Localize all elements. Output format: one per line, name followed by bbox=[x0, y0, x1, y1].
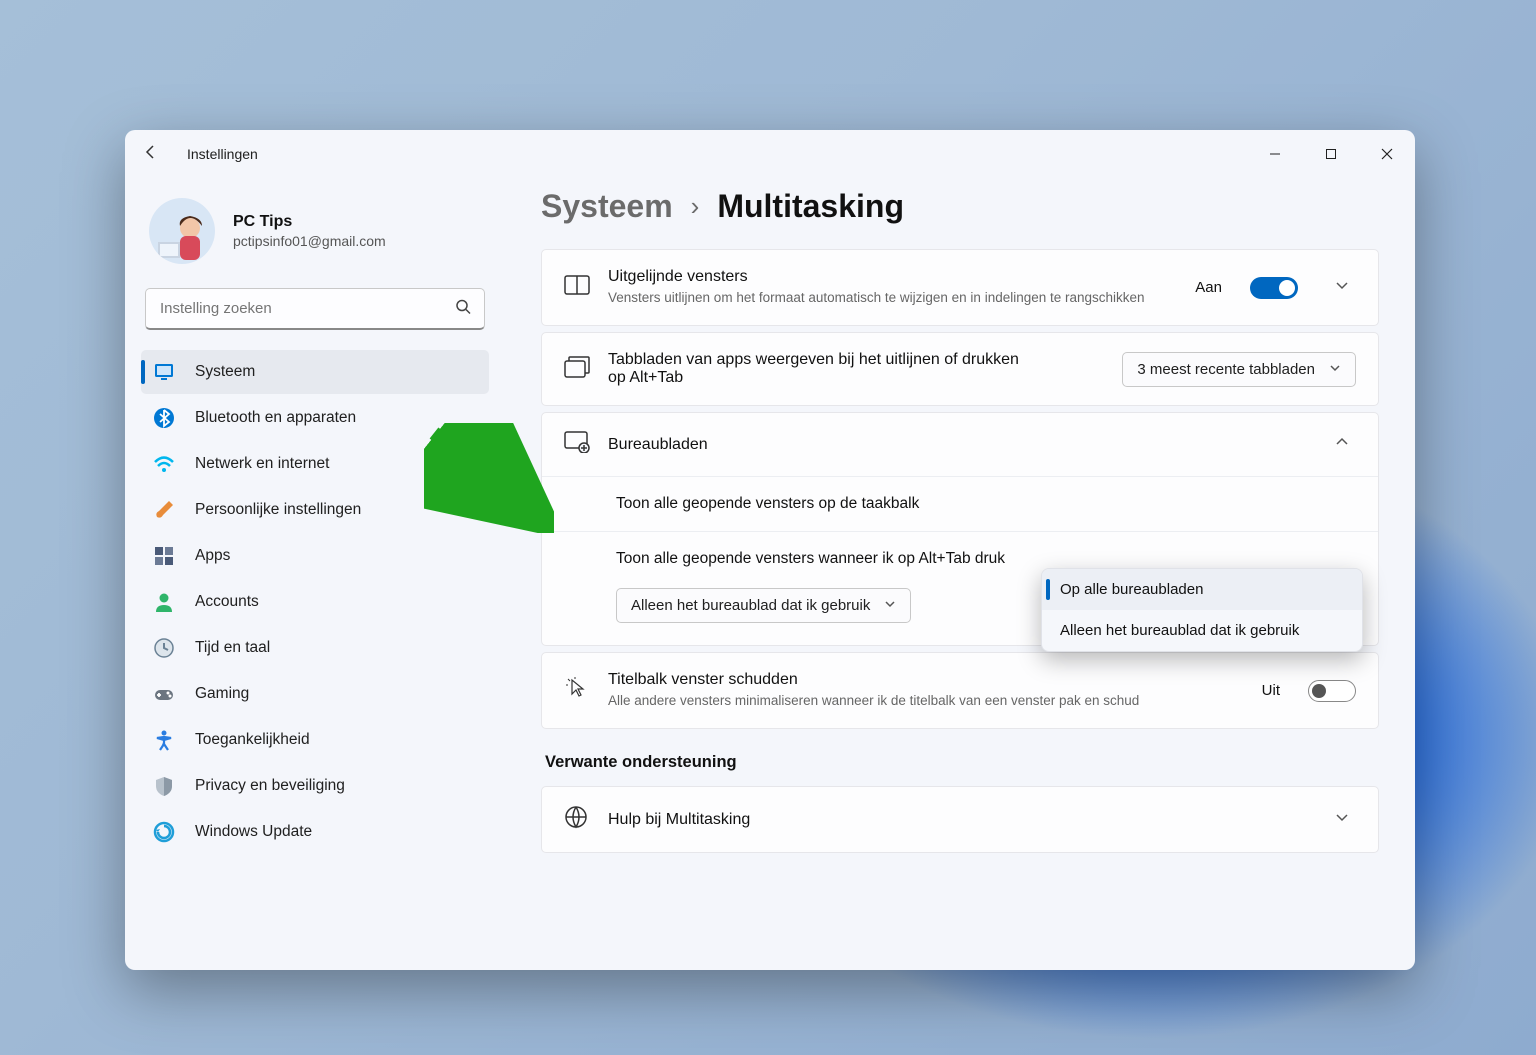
sidebar-item-bluetooth[interactable]: Bluetooth en apparaten bbox=[141, 396, 489, 440]
avatar bbox=[149, 198, 215, 264]
shield-icon bbox=[153, 775, 175, 797]
alttab-select-value: 3 meest recente tabbladen bbox=[1137, 361, 1315, 378]
gamepad-icon bbox=[153, 683, 175, 705]
help-title: Hulp bij Multitasking bbox=[608, 811, 1298, 829]
sidebar-item-label: Privacy en beveiliging bbox=[195, 777, 345, 795]
maximize-button[interactable] bbox=[1303, 130, 1359, 178]
snap-toggle[interactable] bbox=[1250, 277, 1298, 299]
sidebar-item-label: Netwerk en internet bbox=[195, 455, 329, 473]
dropdown-option-current-desktop[interactable]: Alleen het bureaublad dat ik gebruik bbox=[1042, 610, 1362, 651]
chevron-down-icon bbox=[1329, 361, 1341, 378]
breadcrumb: Systeem › Multitasking bbox=[541, 188, 1379, 225]
shake-title: Titelbalk venster schudden bbox=[608, 671, 1244, 689]
snap-title: Uitgelijnde vensters bbox=[608, 268, 1177, 286]
sidebar-item-person[interactable]: Accounts bbox=[141, 580, 489, 624]
sidebar-item-clock[interactable]: Tijd en taal bbox=[141, 626, 489, 670]
related-support-heading: Verwante ondersteuning bbox=[545, 753, 1379, 772]
sidebar-item-label: Apps bbox=[195, 547, 230, 565]
sidebar-nav: Systeem Bluetooth en apparaten Netwerk en … bbox=[135, 350, 495, 854]
help-card[interactable]: Hulp bij Multitasking bbox=[541, 786, 1379, 853]
shake-card: Titelbalk venster schudden Alle andere v… bbox=[541, 652, 1379, 729]
shake-subtitle: Alle andere vensters minimaliseren wanne… bbox=[608, 692, 1244, 710]
alttab-title: Tabbladen van apps weergeven bij het uit… bbox=[608, 351, 1028, 387]
desktops-alttab-select[interactable]: Alleen het bureaublad dat ik gebruik bbox=[616, 588, 911, 623]
back-button[interactable] bbox=[143, 144, 163, 165]
sidebar-item-label: Persoonlijke instellingen bbox=[195, 501, 361, 519]
alttab-card: Tabbladen van apps weergeven bij het uit… bbox=[541, 332, 1379, 406]
minimize-button[interactable] bbox=[1247, 130, 1303, 178]
breadcrumb-current: Multitasking bbox=[717, 188, 904, 225]
sidebar-item-label: Windows Update bbox=[195, 823, 312, 841]
shake-toggle[interactable] bbox=[1308, 680, 1356, 702]
wifi-icon bbox=[153, 453, 175, 475]
desktops-icon bbox=[564, 431, 590, 458]
snap-state-label: Aan bbox=[1195, 279, 1222, 296]
sidebar: PC Tips pctipsinfo01@gmail.com Systeem Bl… bbox=[125, 178, 505, 970]
alttab-select[interactable]: 3 meest recente tabbladen bbox=[1122, 352, 1356, 387]
update-icon bbox=[153, 821, 175, 843]
window-title: Instellingen bbox=[187, 146, 258, 162]
chevron-up-icon[interactable] bbox=[1328, 435, 1356, 454]
sidebar-item-shield[interactable]: Privacy en beveiliging bbox=[141, 764, 489, 808]
sidebar-item-label: Accounts bbox=[195, 593, 259, 611]
system-icon bbox=[153, 361, 175, 383]
sidebar-item-apps[interactable]: Apps bbox=[141, 534, 489, 578]
close-button[interactable] bbox=[1359, 130, 1415, 178]
sidebar-item-access[interactable]: Toegankelijkheid bbox=[141, 718, 489, 762]
globe-icon bbox=[564, 805, 590, 834]
brush-icon bbox=[153, 499, 175, 521]
chevron-down-icon[interactable] bbox=[1328, 278, 1356, 297]
clock-icon bbox=[153, 637, 175, 659]
snap-windows-card: Uitgelijnde vensters Vensters uitlijnen … bbox=[541, 249, 1379, 326]
settings-window: Instellingen bbox=[125, 130, 1415, 970]
desktops-alttab-select-value: Alleen het bureaublad dat ik gebruik bbox=[631, 597, 870, 614]
snap-subtitle: Vensters uitlijnen om het formaat automa… bbox=[608, 289, 1168, 307]
search-icon bbox=[455, 299, 471, 320]
shake-state-label: Uit bbox=[1262, 682, 1280, 699]
desktops-header[interactable]: Bureaubladen bbox=[542, 413, 1378, 476]
sidebar-item-update[interactable]: Windows Update bbox=[141, 810, 489, 854]
sidebar-item-brush[interactable]: Persoonlijke instellingen bbox=[141, 488, 489, 532]
desktops-alttab-label: Toon alle geopende vensters wanneer ik o… bbox=[616, 550, 1356, 568]
sidebar-item-label: Tijd en taal bbox=[195, 639, 270, 657]
tabs-icon bbox=[564, 356, 590, 383]
bluetooth-icon bbox=[153, 407, 175, 429]
desktops-taskbar-row: Toon alle geopende vensters op de taakba… bbox=[542, 477, 1378, 531]
sidebar-item-label: Toegankelijkheid bbox=[195, 731, 310, 749]
sidebar-item-label: Gaming bbox=[195, 685, 249, 703]
sidebar-item-label: Systeem bbox=[195, 363, 255, 381]
desktops-taskbar-dropdown[interactable]: Op alle bureaubladen Alleen het bureaubl… bbox=[1041, 568, 1363, 652]
snap-layout-icon bbox=[564, 275, 590, 300]
chevron-down-icon bbox=[1328, 810, 1356, 829]
sidebar-item-system[interactable]: Systeem bbox=[141, 350, 489, 394]
sidebar-item-label: Bluetooth en apparaten bbox=[195, 409, 356, 427]
chevron-down-icon bbox=[884, 597, 896, 614]
profile-email: pctipsinfo01@gmail.com bbox=[233, 233, 386, 249]
person-icon bbox=[153, 591, 175, 613]
sidebar-item-wifi[interactable]: Netwerk en internet bbox=[141, 442, 489, 486]
cursor-icon bbox=[564, 676, 590, 705]
chevron-right-icon: › bbox=[691, 191, 700, 222]
titlebar: Instellingen bbox=[125, 130, 1415, 178]
apps-icon bbox=[153, 545, 175, 567]
desktops-title: Bureaubladen bbox=[608, 436, 1298, 454]
access-icon bbox=[153, 729, 175, 751]
desktops-taskbar-label: Toon alle geopende vensters op de taakba… bbox=[616, 495, 1356, 513]
content-area: Systeem › Multitasking Uitgelijnde venst… bbox=[505, 178, 1415, 970]
profile-name: PC Tips bbox=[233, 213, 386, 231]
profile-block[interactable]: PC Tips pctipsinfo01@gmail.com bbox=[135, 188, 495, 288]
search-input[interactable] bbox=[145, 288, 485, 330]
sidebar-item-gamepad[interactable]: Gaming bbox=[141, 672, 489, 716]
breadcrumb-parent[interactable]: Systeem bbox=[541, 188, 673, 225]
dropdown-option-all-desktops[interactable]: Op alle bureaubladen bbox=[1042, 569, 1362, 610]
